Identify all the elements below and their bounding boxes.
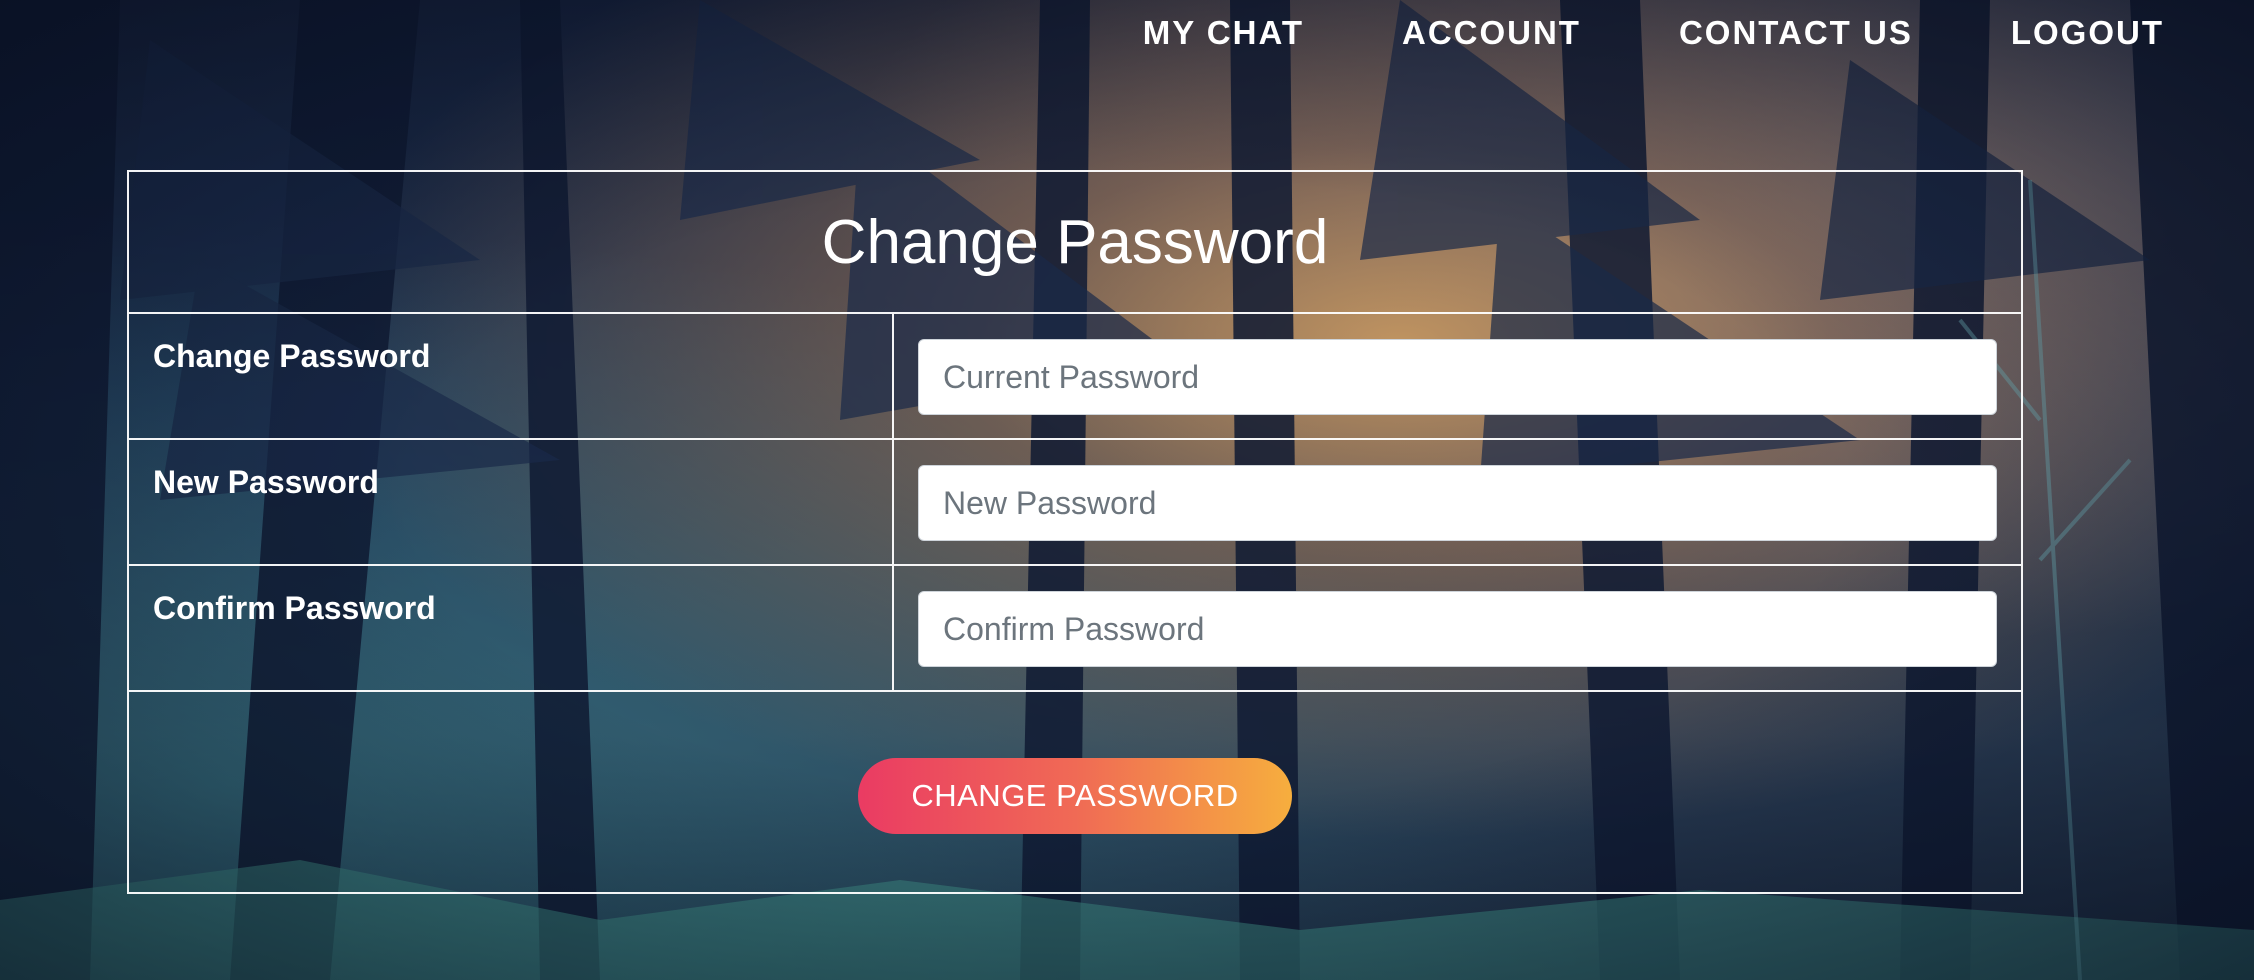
page-title: Change Password [129, 172, 2021, 314]
change-password-panel: Change Password Change Password New Pass… [127, 170, 2023, 894]
new-password-input[interactable] [918, 465, 1997, 541]
current-password-label: Change Password [129, 314, 894, 438]
confirm-password-label: Confirm Password [129, 566, 894, 690]
nav-my-chat[interactable]: MY CHAT [1143, 14, 1304, 52]
form-actions: CHANGE PASSWORD [129, 692, 2021, 894]
nav-account[interactable]: ACCOUNT [1402, 14, 1581, 52]
nav-contact-us[interactable]: CONTACT US [1679, 14, 1913, 52]
nav-logout[interactable]: LOGOUT [2011, 14, 2164, 52]
current-password-row: Change Password [129, 314, 2021, 440]
top-navigation: MY CHAT ACCOUNT CONTACT US LOGOUT [1143, 14, 2164, 52]
new-password-label: New Password [129, 440, 894, 564]
confirm-password-input[interactable] [918, 591, 1997, 667]
new-password-row: New Password [129, 440, 2021, 566]
confirm-password-row: Confirm Password [129, 566, 2021, 692]
change-password-button[interactable]: CHANGE PASSWORD [858, 757, 1292, 834]
current-password-input[interactable] [918, 339, 1997, 415]
